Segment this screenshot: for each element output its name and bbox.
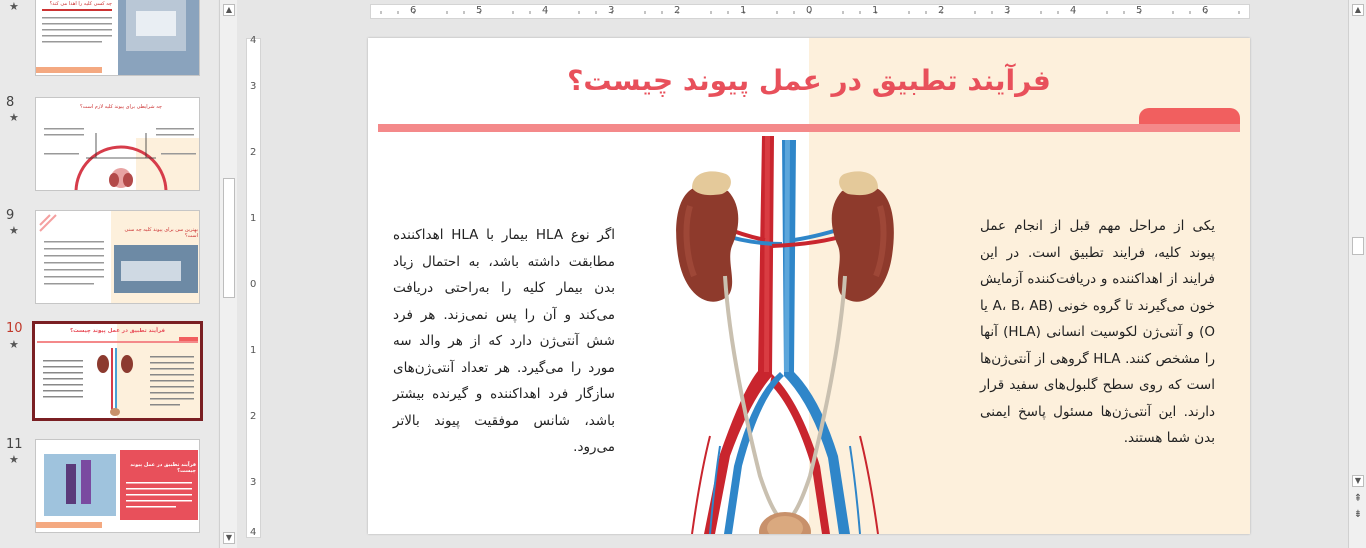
vertical-ruler[interactable]: 4 3 2 1 0 1 2 3 4: [246, 35, 261, 538]
thumbnails-scroll-thumb[interactable]: [223, 178, 235, 298]
ruler-label: 0: [806, 5, 813, 16]
next-slide-icon[interactable]: ⇟: [1352, 510, 1364, 522]
ruler-label: 1: [250, 213, 257, 224]
ruler-label: 2: [250, 411, 257, 422]
ruler-label: 3: [250, 477, 257, 488]
slide-number: 11: [6, 437, 23, 452]
ruler-label: 2: [938, 5, 945, 16]
previous-slide-icon[interactable]: ⇞: [1352, 494, 1364, 506]
ruler-label: 2: [674, 5, 681, 16]
slide-number: 9: [6, 208, 15, 223]
editor-scroll-thumb[interactable]: [1352, 237, 1364, 255]
ruler-label: 2: [250, 147, 257, 158]
thumbnail-10-title: فرآیند تطبیق در عمل پیوند چیست؟: [69, 328, 165, 334]
slide-thumbnail-11[interactable]: فرآیند تطبیق در عمل پیوند چیست؟: [35, 439, 200, 533]
animation-star-icon: ★: [9, 111, 19, 124]
slide-thumbnail-8[interactable]: چه شرایطی برای پیوند کلیه لازم است؟: [35, 97, 200, 191]
slide-thumbnail-9[interactable]: بهترین سن برای پیوند کلیه چه سنی است؟: [35, 210, 200, 304]
slide-thumbnail-7[interactable]: چه کسی کلیه را اهدا می کند؟: [35, 0, 200, 76]
thumbnail-8-title: چه شرایطی برای پیوند کلیه لازم است؟: [80, 104, 162, 110]
editor-scrollbar[interactable]: ▲ ▼ ⇞ ⇟: [1348, 0, 1366, 548]
ruler-label: 1: [250, 345, 257, 356]
scroll-up-arrow-icon[interactable]: ▲: [223, 4, 235, 16]
left-text-box[interactable]: اگر نوع HLA بیمار با HLA اهداکننده مطابق…: [393, 222, 615, 461]
scroll-down-arrow-icon[interactable]: ▼: [1352, 475, 1364, 487]
ruler-label: 6: [1202, 5, 1209, 16]
animation-star-icon: ★: [9, 338, 19, 351]
thumbnail-8-preview: [36, 98, 199, 190]
ruler-label: 3: [1004, 5, 1011, 16]
animation-star-icon: ★: [9, 224, 19, 237]
ruler-label: 4: [1070, 5, 1077, 16]
slide-canvas[interactable]: فرآیند تطبیق در عمل پیوند چیست؟ اگر نوع …: [368, 38, 1250, 534]
horizontal-ruler[interactable]: 6 5 4 3 2 1 0 1 2 3 4 5 6: [370, 4, 1250, 19]
slide-thumbnails-panel[interactable]: ★ چه کسی کلیه را اهدا می کند؟ 8 ★ چه شرا…: [0, 0, 218, 548]
thumbnail-11-preview: [36, 440, 199, 532]
thumbnail-7-preview: [36, 0, 199, 75]
animation-star-icon: ★: [9, 0, 19, 13]
slide-thumbnail-10[interactable]: فرآیند تطبیق در عمل پیوند چیست؟: [32, 321, 203, 421]
animation-star-icon: ★: [9, 453, 19, 466]
thumbnail-11-title: فرآیند تطبیق در عمل پیوند چیست؟: [130, 462, 196, 474]
ruler-label: 4: [250, 527, 257, 538]
thumbnails-scrollbar[interactable]: ▲ ▼: [219, 0, 237, 548]
thumbnail-10-preview: [35, 324, 200, 418]
ruler-label: 6: [410, 5, 417, 16]
slide-number: 10: [6, 321, 23, 336]
ruler-label: 4: [542, 5, 549, 16]
powerpoint-window: ★ چه کسی کلیه را اهدا می کند؟ 8 ★ چه شرا…: [0, 0, 1366, 548]
kidney-anatomy-illustration[interactable]: [670, 136, 900, 534]
slide-title[interactable]: فرآیند تطبیق در عمل پیوند چیست؟: [368, 64, 1250, 97]
ruler-label: 5: [1136, 5, 1143, 16]
ruler-label: 4: [250, 35, 257, 46]
ruler-label: 1: [740, 5, 747, 16]
thumbnail-9-preview: [36, 211, 199, 303]
slide-number: 8: [6, 95, 15, 110]
ruler-label: 0: [250, 279, 257, 290]
thumbnail-7-title: چه کسی کلیه را اهدا می کند؟: [49, 1, 112, 7]
title-accent-pill: [1139, 108, 1240, 124]
slide-editor: 6 5 4 3 2 1 0 1 2 3 4 5 6 4 3 2 1 0 1 2 …: [238, 0, 1348, 548]
thumbnail-9-title: بهترین سن برای پیوند کلیه چه سنی است؟: [124, 227, 198, 239]
right-text-box[interactable]: یکی از مراحل مهم قبل از انجام عمل پیوند …: [980, 213, 1215, 452]
ruler-label: 3: [608, 5, 615, 16]
title-underline-bar: [378, 124, 1240, 132]
ruler-label: 3: [250, 81, 257, 92]
ruler-label: 1: [872, 5, 879, 16]
scroll-up-arrow-icon[interactable]: ▲: [1352, 4, 1364, 16]
ruler-label: 5: [476, 5, 483, 16]
scroll-down-arrow-icon[interactable]: ▼: [223, 532, 235, 544]
